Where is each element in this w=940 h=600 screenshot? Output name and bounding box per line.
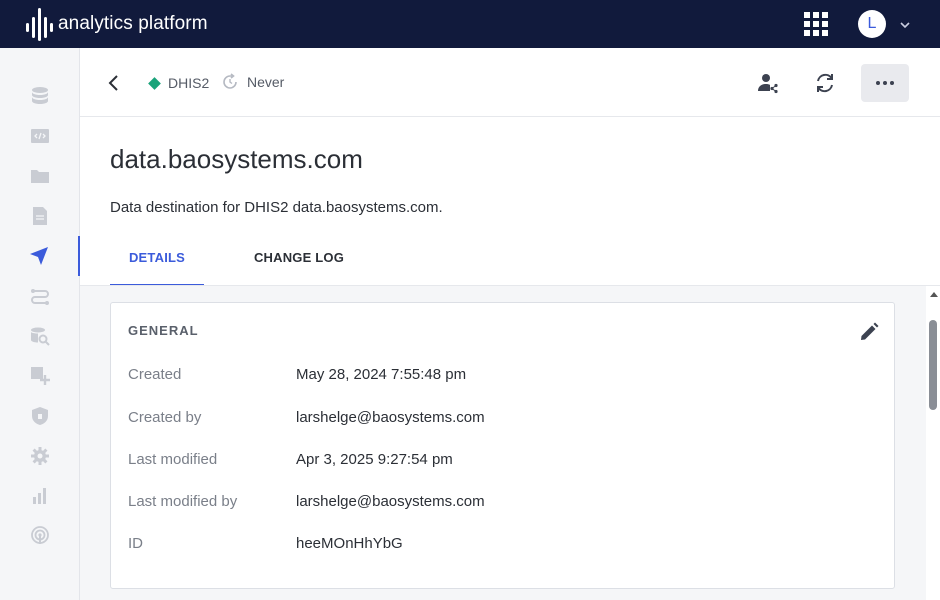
add-widget-icon xyxy=(31,367,50,385)
sidebar-item-settings[interactable] xyxy=(0,436,80,476)
sidebar-item-code[interactable] xyxy=(0,116,80,156)
refresh-button[interactable] xyxy=(801,64,849,102)
data-search-icon xyxy=(31,327,50,346)
card-title: GENERAL xyxy=(128,323,199,338)
detail-value: heeMOnHhYbG xyxy=(296,535,403,552)
top-bar: analytics platform L xyxy=(0,0,940,48)
detail-value: larshelge@baosystems.com xyxy=(296,409,485,426)
sidebar-item-destinations[interactable] xyxy=(0,236,80,276)
refresh-icon xyxy=(817,73,833,93)
gear-icon xyxy=(31,447,49,465)
tab-details[interactable]: DETAILS xyxy=(110,237,204,286)
document-icon xyxy=(33,207,47,225)
detail-label: ID xyxy=(128,535,143,552)
sidebar-item-pipelines[interactable] xyxy=(0,276,80,316)
scroll-up-arrow-icon[interactable] xyxy=(930,292,938,297)
user-share-icon xyxy=(758,74,778,94)
detail-label: Created xyxy=(128,366,182,383)
folder-icon xyxy=(31,170,49,183)
detail-label: Last modified xyxy=(128,451,218,468)
database-icon xyxy=(32,87,48,104)
logo-icon xyxy=(26,8,53,41)
edit-pencil-icon[interactable] xyxy=(858,321,880,343)
destination-type-label: DHIS2 xyxy=(168,75,210,91)
send-icon xyxy=(30,247,48,265)
back-arrow-icon[interactable] xyxy=(106,72,122,94)
detail-label: Last modified by xyxy=(128,493,238,510)
scrollbar[interactable] xyxy=(926,286,940,600)
app-title: analytics platform xyxy=(58,13,208,34)
user-avatar[interactable]: L xyxy=(858,10,886,38)
sidebar xyxy=(0,48,80,600)
sync-status-label: Never xyxy=(247,74,285,90)
more-horizontal-icon xyxy=(876,81,894,85)
sync-status: Never xyxy=(221,73,284,91)
sidebar-item-broadcast[interactable] xyxy=(0,516,80,556)
broadcast-icon xyxy=(31,526,49,544)
detail-value: May 28, 2024 7:55:48 pm xyxy=(296,366,467,383)
app-logo[interactable]: analytics platform xyxy=(24,6,208,42)
apps-grid-icon[interactable] xyxy=(803,11,829,37)
sidebar-item-files[interactable] xyxy=(0,156,80,196)
sidebar-item-documents[interactable] xyxy=(0,196,80,236)
detail-label: Created by xyxy=(128,409,202,426)
destination-type-badge: DHIS2 xyxy=(148,75,209,91)
sync-history-icon xyxy=(223,73,237,89)
sidebar-item-analytics[interactable] xyxy=(0,476,80,516)
scrollbar-thumb[interactable] xyxy=(929,320,937,410)
more-options-button[interactable] xyxy=(861,64,909,102)
code-icon xyxy=(31,129,49,143)
chevron-down-icon[interactable] xyxy=(898,18,912,32)
bar-chart-icon xyxy=(33,488,46,504)
detail-value: larshelge@baosystems.com xyxy=(296,493,485,510)
sidebar-item-data-explorer[interactable] xyxy=(0,316,80,356)
shield-icon xyxy=(32,407,48,425)
details-panel: GENERAL Created May 28, 2024 7:55:48 pm … xyxy=(80,286,940,600)
sidebar-item-security[interactable] xyxy=(0,396,80,436)
detail-value: Apr 3, 2025 9:27:54 pm xyxy=(296,451,453,468)
tab-change-log[interactable]: CHANGE LOG xyxy=(236,237,362,286)
tab-bar: DETAILS CHANGE LOG xyxy=(110,237,940,286)
sidebar-item-data-sources[interactable] xyxy=(0,76,80,116)
status-diamond-icon xyxy=(148,76,161,90)
general-card: GENERAL Created May 28, 2024 7:55:48 pm … xyxy=(110,302,895,589)
main-content: DHIS2 Never data.baosystems.com Data des… xyxy=(80,48,940,600)
page-description: Data destination for DHIS2 data.baosyste… xyxy=(110,199,443,216)
pipeline-icon xyxy=(31,289,49,305)
page-title: data.baosystems.com xyxy=(110,144,363,174)
manage-access-button[interactable] xyxy=(744,64,792,102)
sidebar-item-add-dashboard[interactable] xyxy=(0,356,80,396)
detail-header: DHIS2 Never xyxy=(80,48,940,117)
